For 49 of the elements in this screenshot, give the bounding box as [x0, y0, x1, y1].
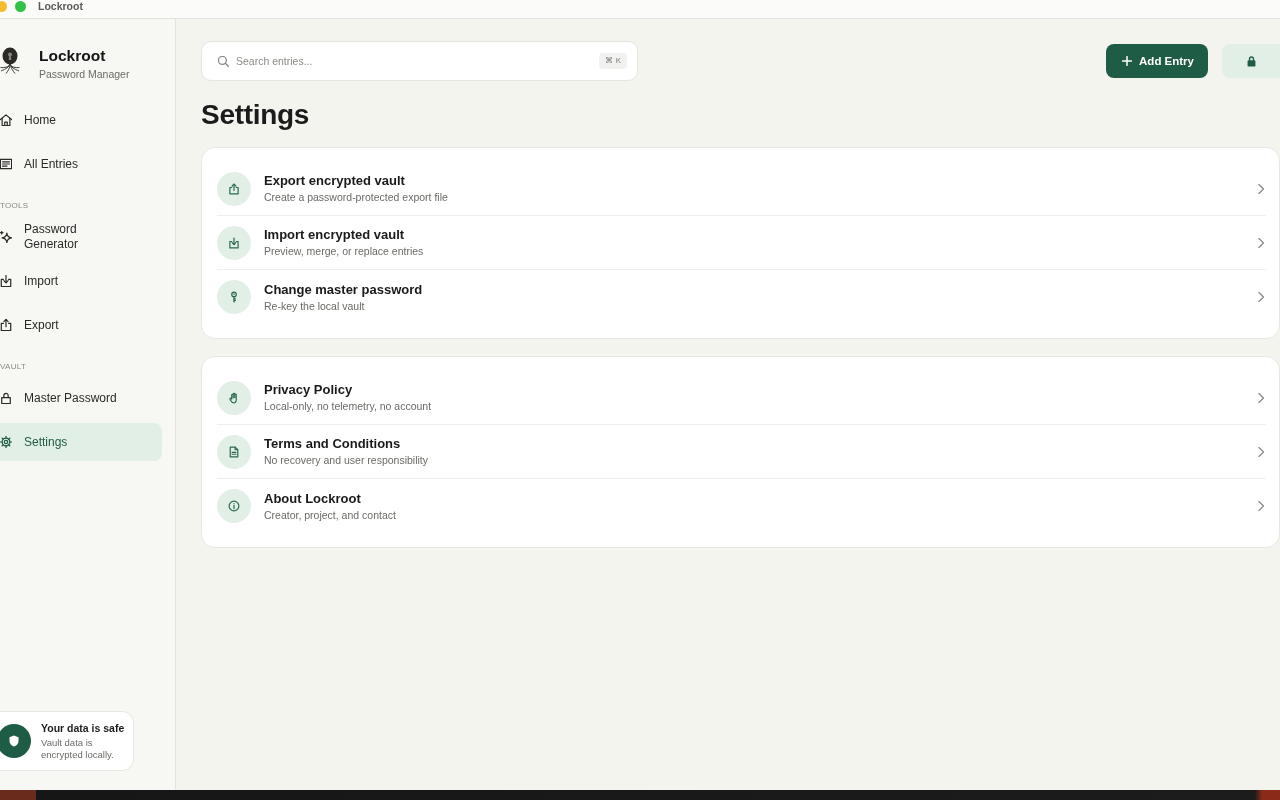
home-icon — [0, 114, 12, 126]
upload-tray-icon — [0, 319, 12, 331]
app-subtitle: Password Manager — [39, 68, 130, 81]
settings-row[interactable]: Export encrypted vault Create a password-protected export file — [217, 162, 1266, 216]
zoom-button[interactable] — [15, 1, 26, 12]
settings-row[interactable]: Change master password Re-key the local vault — [217, 270, 1266, 324]
chevron-right-icon — [1258, 292, 1264, 302]
settings-row[interactable]: Import encrypted vault Preview, merge, or replace entries — [217, 216, 1266, 270]
settings-row[interactable]: About Lockroot Creator, project, and contact — [217, 479, 1266, 533]
app-name: Lockroot — [39, 46, 107, 66]
sidebar-nav-item[interactable]: All Entries — [0, 145, 162, 183]
settings-row[interactable]: Privacy Policy Local-only, no telemetry, no account — [217, 371, 1266, 425]
search-icon — [218, 55, 229, 67]
key-icon — [217, 280, 251, 314]
padlock-icon — [0, 392, 12, 404]
chevron-right-icon — [1258, 183, 1264, 194]
sidebar-nav-item[interactable]: Export — [0, 306, 162, 344]
minimize-button[interactable] — [0, 1, 7, 12]
sidebar-nav-item[interactable]: Master Password — [0, 379, 162, 417]
lock-button[interactable] — [1222, 44, 1280, 78]
window-title: Lockroot — [38, 1, 83, 12]
plus-icon — [1122, 56, 1133, 66]
settings-row[interactable]: Terms and Conditions No recovery and user responsibility — [217, 425, 1266, 479]
list-card-icon — [0, 158, 12, 170]
chevron-right-icon — [1258, 446, 1264, 457]
section-heading: VAULT — [0, 361, 28, 373]
upload-tray-icon — [217, 171, 251, 206]
padlock-icon — [1246, 55, 1256, 67]
hand-icon — [217, 380, 251, 415]
shortcut-hint: ⌘ K — [599, 53, 627, 69]
sidebar-nav-item[interactable]: Settings — [0, 423, 162, 461]
keyhole-tree-logo — [0, 46, 20, 74]
sparkle-icon — [0, 231, 12, 243]
chevron-right-icon — [1258, 501, 1264, 511]
chevron-right-icon — [1258, 237, 1264, 248]
sidebar-nav-item[interactable]: Home — [0, 101, 162, 139]
gear-icon — [0, 436, 12, 448]
page-title: Settings — [201, 98, 310, 132]
sidebar-nav-item[interactable]: Import — [0, 262, 162, 300]
chevron-right-icon — [1258, 392, 1264, 403]
sidebar-nav-item[interactable]: Password Generator — [0, 218, 162, 256]
notice-text: Vault data is encrypted locally. — [41, 736, 115, 761]
download-tray-icon — [217, 225, 251, 260]
info-icon — [217, 489, 251, 523]
download-tray-icon — [0, 275, 12, 287]
section-heading: TOOLS — [0, 200, 30, 212]
add-entry-button[interactable]: Add Entry — [1106, 44, 1208, 78]
document-icon — [217, 434, 251, 469]
notice-title: Your data is safe — [41, 721, 126, 735]
